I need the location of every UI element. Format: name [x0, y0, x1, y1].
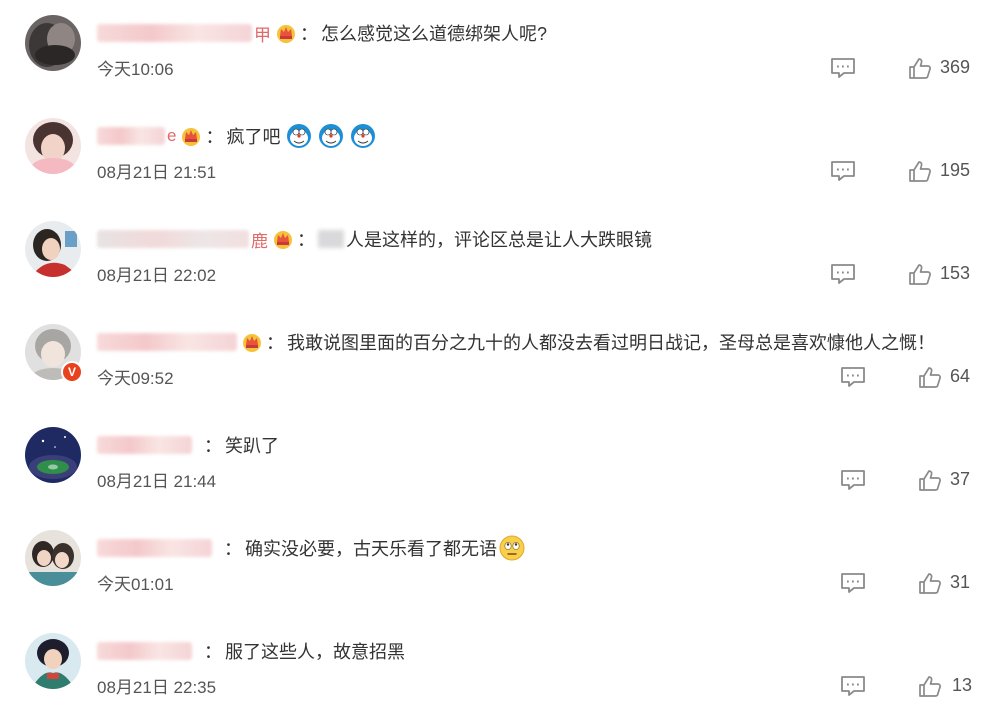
username-masked[interactable]: [97, 127, 165, 145]
comment-item: ： 服了这些人，故意招黑 08月21日 22:35 13: [0, 618, 1001, 721]
like-count[interactable]: 195: [940, 160, 970, 181]
separator: ：: [204, 436, 222, 456]
comment-text: 服了这些人，故意招黑: [225, 642, 405, 662]
like-icon[interactable]: [908, 160, 932, 183]
like-icon[interactable]: [918, 469, 942, 492]
username-tail[interactable]: 甲: [254, 21, 271, 46]
verified-badge: V: [61, 361, 83, 383]
reply-icon[interactable]: [830, 263, 856, 285]
comment-list: 甲 ： 怎么感觉这么道德绑架人呢? 今天10:06 369 e ： 疯了吧 08…: [0, 0, 1001, 698]
separator: ：: [224, 539, 242, 559]
timestamp: 今天09:52: [97, 369, 174, 388]
crown-icon: [275, 22, 297, 44]
comment-header: 甲 ： 怎么感觉这么道德绑架人呢?: [97, 19, 547, 47]
username-tail[interactable]: e: [167, 126, 176, 146]
comment-text: 人是这样的，评论区总是让人大跌眼镜: [346, 230, 652, 250]
timestamp: 08月21日 21:51: [97, 163, 217, 182]
avatar[interactable]: [25, 633, 81, 689]
like-icon[interactable]: [918, 675, 942, 698]
comment-item: V ： 我敢说图里面的百分之九十的人都没去看过明日战记，圣母总是喜欢慷他人之慨！…: [0, 309, 1001, 412]
doraemon-emoji: [350, 123, 376, 149]
like-count[interactable]: 13: [952, 675, 972, 696]
comment-item: 甲 ： 怎么感觉这么道德绑架人呢? 今天10:06 369: [0, 0, 1001, 103]
reply-icon[interactable]: [840, 572, 866, 594]
comment-text: 我敢说图里面的百分之九十的人都没去看过明日战记，圣母总是喜欢慷他人之慨！: [287, 333, 935, 353]
comment-header: ： 我敢说图里面的百分之九十的人都没去看过明日战记，圣母总是喜欢慷他人之慨！: [97, 328, 935, 356]
separator: ：: [297, 230, 315, 250]
comment-header: ： 笑趴了: [97, 431, 279, 459]
like-count[interactable]: 64: [950, 366, 970, 387]
separator: ：: [205, 127, 224, 147]
comment-item: ： 确实没必要，古天乐看了都无语 今天01:01 31: [0, 515, 1001, 618]
comment-item: e ： 疯了吧 08月21日 21:51 195: [0, 103, 1001, 206]
separator: ：: [266, 333, 284, 353]
comment-text: 笑趴了: [225, 436, 279, 456]
crown-icon: [180, 125, 202, 147]
timestamp: 08月21日 22:35: [97, 678, 217, 697]
username-masked[interactable]: [97, 539, 212, 557]
like-count[interactable]: 37: [950, 469, 970, 490]
like-icon[interactable]: [908, 263, 932, 286]
like-count[interactable]: 153: [940, 263, 970, 284]
username-masked[interactable]: [97, 436, 192, 454]
like-count[interactable]: 31: [950, 572, 970, 593]
comment-header: 鹿 ： 人是这样的，评论区总是让人大跌眼镜: [97, 225, 652, 253]
timestamp: 08月21日 21:44: [97, 472, 217, 491]
reply-icon[interactable]: [840, 469, 866, 491]
avatar[interactable]: [25, 221, 81, 277]
like-icon[interactable]: [918, 366, 942, 389]
doraemon-emoji: [318, 123, 344, 149]
timestamp: 今天10:06: [97, 60, 174, 79]
crown-icon: [241, 331, 263, 353]
reply-icon[interactable]: [830, 57, 856, 79]
comment-text: 怎么感觉这么道德绑架人呢?: [321, 24, 548, 44]
username-masked[interactable]: [97, 333, 237, 351]
doraemon-emoji: [286, 123, 312, 149]
comment-item: ： 笑趴了 08月21日 21:44 37: [0, 412, 1001, 515]
like-icon[interactable]: [908, 57, 932, 80]
timestamp: 今天01:01: [97, 575, 174, 594]
username-masked[interactable]: [97, 230, 249, 248]
avatar[interactable]: [25, 530, 81, 586]
separator: ：: [300, 24, 318, 44]
comment-header: ： 确实没必要，古天乐看了都无语: [97, 534, 525, 562]
reply-icon[interactable]: [830, 160, 856, 182]
like-count[interactable]: 369: [940, 57, 970, 78]
reply-icon[interactable]: [840, 366, 866, 388]
like-icon[interactable]: [918, 572, 942, 595]
comment-header: e ： 疯了吧: [97, 122, 376, 150]
timestamp: 08月21日 22:02: [97, 266, 217, 285]
comment-text: 确实没必要，古天乐看了都无语: [245, 539, 497, 559]
avatar[interactable]: [25, 15, 81, 71]
comment-text: 疯了吧: [226, 127, 281, 147]
comment-item: 鹿 ： 人是这样的，评论区总是让人大跌眼镜 08月21日 22:02 153: [0, 206, 1001, 309]
comment-header: ： 服了这些人，故意招黑: [97, 637, 405, 665]
username-tail[interactable]: 鹿: [251, 227, 268, 252]
masked-text: [318, 230, 344, 248]
separator: ：: [204, 642, 222, 662]
reply-icon[interactable]: [840, 675, 866, 697]
speechless-emoji: [499, 535, 525, 561]
avatar[interactable]: [25, 427, 81, 483]
avatar[interactable]: [25, 118, 81, 174]
username-masked[interactable]: [97, 24, 252, 42]
crown-icon: [272, 228, 294, 250]
username-masked[interactable]: [97, 642, 192, 660]
